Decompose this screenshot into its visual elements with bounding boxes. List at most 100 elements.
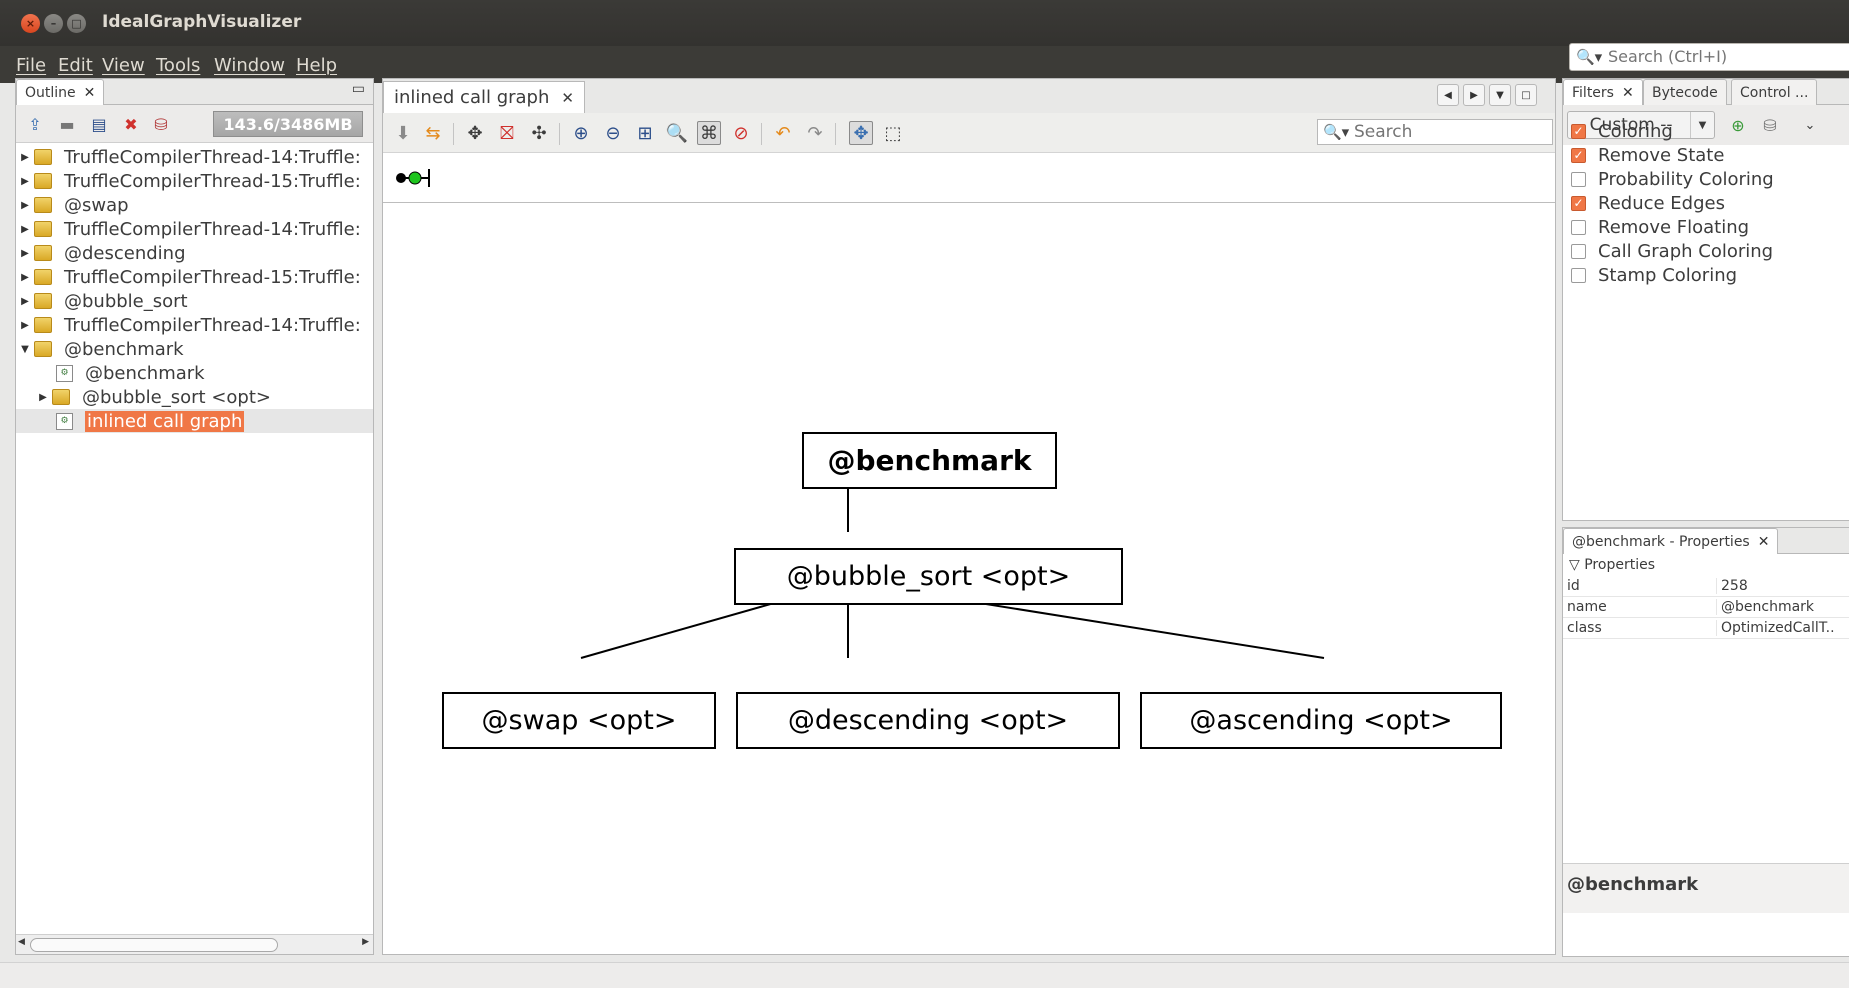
save-all-icon[interactable]: ▤	[88, 113, 110, 135]
graph-node-descending[interactable]: @descending <opt>	[736, 692, 1120, 749]
close-tab-icon[interactable]: ✕	[561, 89, 574, 107]
next-graph-icon[interactable]: ⇆	[421, 121, 445, 145]
selection-mode-icon[interactable]: ⬚	[881, 121, 905, 145]
collapse-arrow-icon[interactable]: ▼	[16, 344, 34, 355]
property-row[interactable]: id 258	[1563, 576, 1849, 597]
maximize-window-button[interactable]: □	[67, 14, 86, 33]
checkbox-checked-icon[interactable]: ✓	[1571, 195, 1586, 211]
menu-tools[interactable]: Tools	[156, 55, 200, 76]
fit-to-window-icon[interactable]: ⊞	[633, 121, 657, 145]
expand-arrow-icon[interactable]: ▶	[16, 200, 34, 211]
minimize-panel-icon[interactable]: ▭	[352, 81, 365, 97]
menu-view[interactable]: View	[102, 55, 145, 76]
scroll-tabs-left-icon[interactable]: ◀	[1437, 84, 1459, 106]
previous-graph-icon[interactable]: ⬇	[391, 121, 415, 145]
expand-arrow-icon[interactable]: ▶	[16, 296, 34, 307]
show-documents-icon[interactable]: ▼	[1489, 84, 1511, 106]
checkbox-checked-icon[interactable]: ✓	[1571, 147, 1586, 163]
tab-filters[interactable]: Filters ✕	[1563, 79, 1643, 105]
filter-item[interactable]: ✓ Remove State	[1571, 144, 1724, 166]
tree-item[interactable]: ⚙ @benchmark	[16, 361, 373, 385]
checkbox-unchecked-icon[interactable]	[1571, 171, 1586, 187]
tree-item[interactable]: ▶ TruffleCompilerThread-14:Truffle:	[16, 313, 373, 337]
range-slider-icon[interactable]	[393, 163, 433, 193]
checkbox-unchecked-icon[interactable]	[1571, 243, 1586, 259]
expand-arrow-icon[interactable]: ▶	[16, 272, 34, 283]
close-icon[interactable]: ✕	[1622, 85, 1634, 101]
global-search-input[interactable]	[1608, 47, 1848, 66]
tree-item[interactable]: ▶ @swap	[16, 193, 373, 217]
filter-item[interactable]: Call Graph Coloring	[1571, 240, 1773, 262]
filter-item[interactable]: ✓ Reduce Edges	[1571, 192, 1725, 214]
menu-window[interactable]: Window	[214, 55, 285, 76]
expand-arrow-icon[interactable]: ▶	[16, 152, 34, 163]
close-icon[interactable]: ✕	[84, 85, 96, 101]
hide-nodes-icon[interactable]: ⛝	[495, 121, 519, 145]
cancel-filter-icon[interactable]: ⊘	[729, 121, 753, 145]
filter-item[interactable]: Stamp Coloring	[1571, 264, 1737, 286]
delete-profile-icon[interactable]: ⛁	[1759, 114, 1781, 136]
property-row[interactable]: class OptimizedCallT...	[1563, 618, 1849, 639]
global-search-box[interactable]: 🔍▾	[1569, 43, 1849, 71]
expand-arrow-icon[interactable]: ▶	[16, 176, 34, 187]
filter-item[interactable]: ✓ Coloring	[1571, 120, 1673, 142]
tree-item[interactable]: ▼ @benchmark	[16, 337, 373, 361]
import-icon[interactable]: ⇪	[24, 113, 46, 135]
redo-icon[interactable]: ↷	[803, 121, 827, 145]
tab-outline[interactable]: Outline ✕	[16, 79, 105, 105]
close-window-button[interactable]: ×	[21, 14, 40, 33]
scroll-right-icon[interactable]: ▶	[362, 937, 369, 947]
zoom-in-icon[interactable]: ⊕	[569, 121, 593, 145]
menu-file[interactable]: File	[16, 55, 46, 76]
tab-properties[interactable]: @benchmark - Properties ✕	[1563, 528, 1779, 554]
expand-arrow-icon[interactable]: ▶	[34, 392, 52, 403]
pan-mode-icon[interactable]: ✥	[849, 121, 873, 145]
collapse-triangle-icon[interactable]: ▽	[1569, 557, 1580, 573]
graph-node-benchmark[interactable]: @benchmark	[802, 432, 1057, 489]
more-options-icon[interactable]: ⌄	[1799, 114, 1821, 136]
scrollbar-thumb[interactable]	[30, 938, 278, 952]
new-profile-icon[interactable]: ⊕	[1727, 114, 1749, 136]
save-icon[interactable]: ▬	[56, 113, 78, 135]
graph-range-slider[interactable]	[383, 153, 1555, 203]
tree-item[interactable]: ▶ TruffleCompilerThread-14:Truffle:	[16, 217, 373, 241]
memory-indicator[interactable]: 143.6/3486MB	[213, 111, 363, 137]
property-row[interactable]: name @benchmark	[1563, 597, 1849, 618]
graph-node-swap[interactable]: @swap <opt>	[442, 692, 716, 749]
horizontal-scrollbar[interactable]: ◀ ▶	[16, 934, 373, 954]
zoom-out-icon[interactable]: ⊖	[601, 121, 625, 145]
close-icon[interactable]: ✕	[1758, 534, 1770, 550]
expand-arrow-icon[interactable]: ▶	[16, 224, 34, 235]
remove-icon[interactable]: ✖	[120, 113, 142, 135]
tree-item[interactable]: ▶ TruffleCompilerThread-15:Truffle:	[16, 169, 373, 193]
extract-nodes-icon[interactable]: ⌘	[697, 121, 721, 145]
tree-item-selected[interactable]: ⚙ inlined call graph	[16, 409, 373, 433]
tab-control-flow[interactable]: Control ...	[1731, 79, 1818, 105]
menu-help[interactable]: Help	[296, 55, 337, 76]
checkbox-unchecked-icon[interactable]	[1571, 267, 1586, 283]
tree-item[interactable]: ▶ @descending	[16, 241, 373, 265]
graph-search-input[interactable]	[1354, 122, 1544, 142]
properties-group-header[interactable]: ▽ Properties	[1569, 557, 1655, 573]
zoom-level-icon[interactable]: 🔍	[665, 121, 689, 145]
checkbox-unchecked-icon[interactable]	[1571, 219, 1586, 235]
graph-node-bubble-sort[interactable]: @bubble_sort <opt>	[734, 548, 1123, 605]
graph-node-ascending[interactable]: @ascending <opt>	[1140, 692, 1502, 749]
expand-arrow-icon[interactable]: ▶	[16, 320, 34, 331]
expand-predecessors-icon[interactable]: ✥	[463, 121, 487, 145]
minimize-window-button[interactable]: –	[44, 14, 63, 33]
expand-arrow-icon[interactable]: ▶	[16, 248, 34, 259]
scroll-left-icon[interactable]: ◀	[18, 937, 25, 947]
maximize-editor-icon[interactable]: □	[1515, 84, 1537, 106]
tree-item[interactable]: ▶ TruffleCompilerThread-15:Truffle:	[16, 265, 373, 289]
tree-item[interactable]: ▶ @bubble_sort <opt>	[16, 385, 373, 409]
tab-inlined-call-graph[interactable]: inlined call graph ✕	[383, 81, 585, 113]
graph-canvas[interactable]: @benchmark @bubble_sort <opt> @swap <opt…	[383, 204, 1555, 954]
checkbox-checked-icon[interactable]: ✓	[1571, 123, 1586, 139]
remove-all-icon[interactable]: ⛁	[150, 113, 172, 135]
menu-edit[interactable]: Edit	[58, 55, 93, 76]
tree-item[interactable]: ▶ TruffleCompilerThread-14:Truffle:	[16, 145, 373, 169]
tree-item[interactable]: ▶ @bubble_sort	[16, 289, 373, 313]
show-all-icon[interactable]: ✣	[527, 121, 551, 145]
undo-icon[interactable]: ↶	[771, 121, 795, 145]
